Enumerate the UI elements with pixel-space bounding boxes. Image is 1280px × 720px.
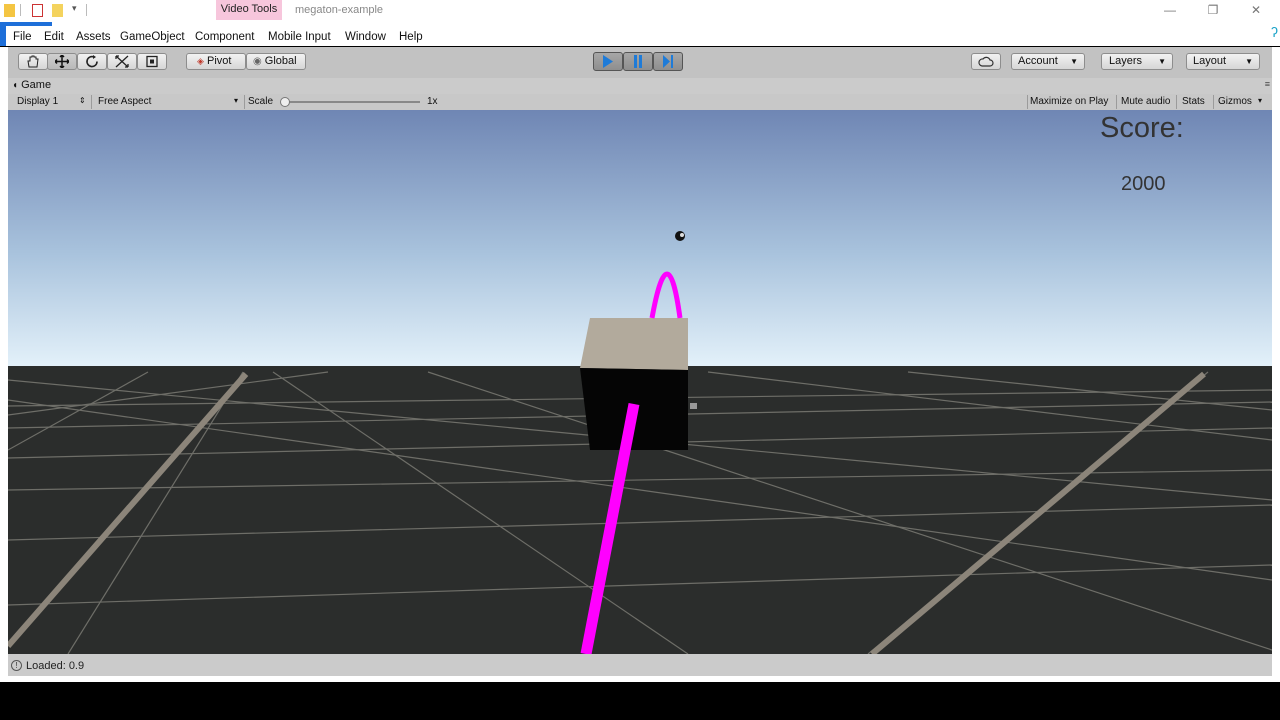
rotate-icon <box>86 55 98 68</box>
move-tool-button[interactable] <box>47 53 77 70</box>
menu-assets[interactable]: Assets <box>76 31 111 43</box>
score-value: 2000 <box>1121 173 1166 195</box>
layout-label: Layout <box>1193 55 1227 67</box>
scale-value: 1x <box>427 96 438 107</box>
menu-help[interactable]: Help <box>399 31 423 43</box>
rotate-tool-button[interactable] <box>77 53 107 70</box>
chevron-down-icon: ▼ <box>1158 57 1166 66</box>
menu-gameobject[interactable]: GameObject <box>120 31 185 43</box>
global-label: Global <box>264 55 297 67</box>
tab-game-label: Game <box>21 79 52 91</box>
window-left-edge <box>0 47 8 676</box>
score-label: Score: <box>1100 112 1184 144</box>
selection-accent <box>0 22 52 26</box>
stats-toggle[interactable]: Stats <box>1182 96 1205 107</box>
minimize-icon[interactable]: — <box>1160 2 1180 18</box>
menu-file[interactable]: File <box>13 31 32 43</box>
play-icon <box>603 55 613 68</box>
scale-label: Scale <box>248 96 274 107</box>
debris <box>690 403 697 409</box>
aspect-select-arrow-icon[interactable]: ▾ <box>234 96 238 105</box>
pivot-icon: ◈ <box>197 56 204 66</box>
app-logo-icon: ʔ <box>1271 24 1278 40</box>
close-icon[interactable]: ✕ <box>1246 2 1266 18</box>
account-dropdown[interactable]: Account ▼ <box>1011 53 1085 70</box>
game-controller-icon: ◖ <box>12 80 19 91</box>
scale-slider-thumb[interactable] <box>280 97 290 107</box>
layout-dropdown[interactable]: Layout ▼ <box>1186 53 1260 70</box>
display-select[interactable]: Display 1 <box>17 96 58 107</box>
tab-game[interactable]: ◖ Game <box>12 79 51 91</box>
toolbar-separator <box>1176 95 1177 109</box>
scale-slider-track[interactable] <box>285 101 420 103</box>
status-message[interactable]: Loaded: 0.9 <box>26 660 84 672</box>
unity-toolbar: ◈ Pivot ◉ Global Account ▼ Layers ▼ Layo… <box>8 47 1272 79</box>
step-button[interactable] <box>653 52 683 71</box>
window-right-edge <box>1272 47 1280 676</box>
scale-icon <box>115 55 129 68</box>
pivot-toggle-button[interactable]: ◈ Pivot <box>186 53 246 70</box>
selection-accent-left <box>0 26 6 46</box>
game-scene <box>8 110 1272 654</box>
info-icon: ! <box>11 660 22 671</box>
hand-icon <box>27 55 39 68</box>
chevron-down-icon: ▼ <box>1245 57 1253 66</box>
toolbar-separator <box>1027 95 1028 109</box>
pause-button[interactable] <box>623 52 653 71</box>
titlebar-divider <box>86 4 87 16</box>
menu-bar: File Edit Assets GameObject Component Mo… <box>0 22 1280 46</box>
window-title: megaton-example <box>295 4 384 16</box>
toolbar-separator <box>244 95 245 109</box>
toolbar-separator <box>1116 95 1117 109</box>
globe-icon: ◉ <box>253 56 262 67</box>
rect-tool-button[interactable] <box>137 53 167 70</box>
display-select-arrows-icon[interactable]: ⇕ <box>79 96 86 105</box>
layers-dropdown[interactable]: Layers ▼ <box>1101 53 1173 70</box>
step-icon <box>663 55 673 68</box>
restore-icon[interactable]: ❐ <box>1203 2 1223 18</box>
cloud-button[interactable] <box>971 53 1001 70</box>
gizmos-chevron-icon[interactable]: ▾ <box>1258 96 1262 105</box>
new-folder-icon[interactable] <box>52 4 63 17</box>
play-button[interactable] <box>593 52 623 71</box>
mute-audio-toggle[interactable]: Mute audio <box>1121 96 1170 107</box>
customize-quick-access-icon[interactable]: ▾ <box>72 3 77 14</box>
toolbar-separator <box>1213 95 1214 109</box>
titlebar-divider <box>20 4 21 16</box>
rect-transform-icon <box>146 55 158 68</box>
folder-icon[interactable] <box>4 4 15 17</box>
game-view-controls: Display 1 ⇕ Free Aspect ▾ Scale 1x Maxim… <box>8 94 1272 111</box>
aspect-select[interactable]: Free Aspect <box>98 96 151 107</box>
pivot-label: Pivot <box>206 55 232 67</box>
move-icon <box>54 54 70 69</box>
game-viewport[interactable]: Score: 2000 <box>8 110 1272 654</box>
toolbar-separator <box>91 95 92 109</box>
scale-tool-button[interactable] <box>107 53 137 70</box>
menu-edit[interactable]: Edit <box>44 31 64 43</box>
window-titlebar: ▾ Video Tools megaton-example — ❐ ✕ <box>0 0 1280 22</box>
cloud-icon <box>978 56 994 67</box>
tab-options-icon[interactable]: ≡ <box>1265 79 1270 89</box>
layers-label: Layers <box>1109 55 1143 67</box>
game-view-tabbar: ◖ Game ≡ <box>8 78 1272 94</box>
pause-icon <box>634 55 642 68</box>
status-bar: ! Loaded: 0.9 <box>8 654 1272 676</box>
account-label: Account <box>1018 55 1058 67</box>
gizmos-dropdown[interactable]: Gizmos <box>1218 96 1252 107</box>
global-toggle-button[interactable]: ◉ Global <box>246 53 306 70</box>
menu-window[interactable]: Window <box>345 31 386 43</box>
maximize-on-play-toggle[interactable]: Maximize on Play <box>1030 96 1108 107</box>
window-bottom-edge <box>0 676 1280 682</box>
hand-tool-button[interactable] <box>18 53 48 70</box>
menu-component[interactable]: Component <box>195 31 254 43</box>
menu-mobile-input[interactable]: Mobile Input <box>268 31 331 43</box>
properties-icon[interactable] <box>32 4 43 17</box>
chevron-down-icon: ▼ <box>1070 57 1078 66</box>
projectile-highlight <box>680 233 684 237</box>
ribbon-tab-video-tools[interactable]: Video Tools <box>216 0 282 20</box>
